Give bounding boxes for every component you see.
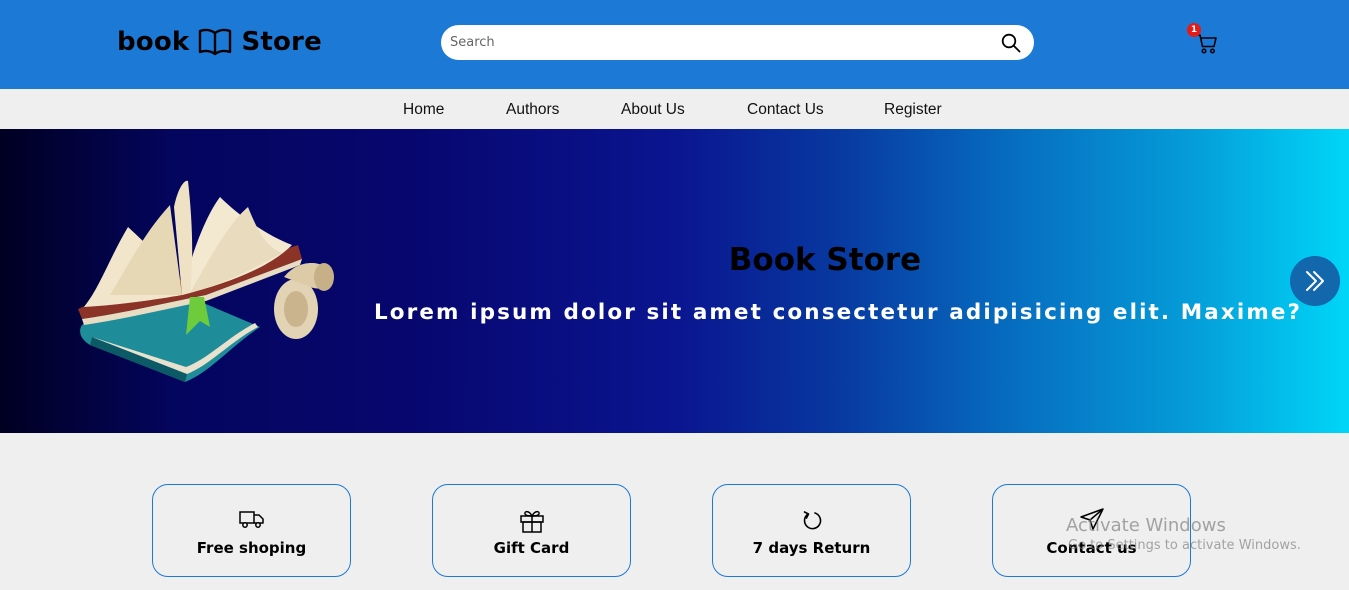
rotate-icon [803, 511, 821, 530]
feature-free-shipping[interactable]: Free shoping [152, 484, 351, 577]
watermark-title: Activate Windows [1066, 515, 1226, 536]
watermark-subtitle: Go to Settings to activate Windows. [1068, 538, 1301, 553]
logo-text-book: book [117, 27, 190, 57]
hero-text: Lorem ipsum dolor sit amet consectetur a… [374, 300, 1303, 325]
feature-label: 7 days Return [752, 539, 871, 557]
cart-count-badge: 1 [1187, 23, 1201, 37]
feature-gift-card[interactable]: Gift Card [432, 484, 631, 577]
hero-banner: Book Store Lorem ipsum dolor sit amet co… [0, 129, 1349, 433]
nav-register[interactable]: Register [884, 101, 942, 119]
nav-authors[interactable]: Authors [506, 101, 559, 119]
cart-icon [1196, 34, 1217, 54]
main-nav: Home Authors About Us Contact Us Registe… [0, 89, 1349, 129]
hero-title: Book Store [728, 242, 922, 278]
feature-label: Gift Card [493, 539, 570, 557]
logo[interactable]: book Store [117, 27, 322, 57]
windows-activation-watermark: Activate Windows Go to Settings to activ… [1066, 515, 1301, 553]
cart-button[interactable]: 1 [1187, 23, 1218, 55]
double-chevron-right-icon [1306, 271, 1324, 291]
search-bar [441, 25, 1034, 60]
top-header: book Store 1 [0, 0, 1349, 89]
gift-icon [519, 510, 544, 533]
magnifier-icon[interactable] [1001, 33, 1021, 53]
nav-about-us[interactable]: About Us [621, 101, 685, 119]
books-illustration [78, 180, 334, 382]
logo-text-store: Store [241, 27, 322, 57]
truck-icon [238, 511, 264, 528]
nav-home[interactable]: Home [403, 101, 444, 119]
nav-contact-us[interactable]: Contact Us [747, 101, 824, 119]
search-input[interactable] [441, 25, 991, 60]
hero-next-button[interactable] [1290, 256, 1340, 306]
open-book-icon [199, 28, 232, 56]
feature-return[interactable]: 7 days Return [712, 484, 911, 577]
feature-label: Free shoping [196, 539, 307, 557]
